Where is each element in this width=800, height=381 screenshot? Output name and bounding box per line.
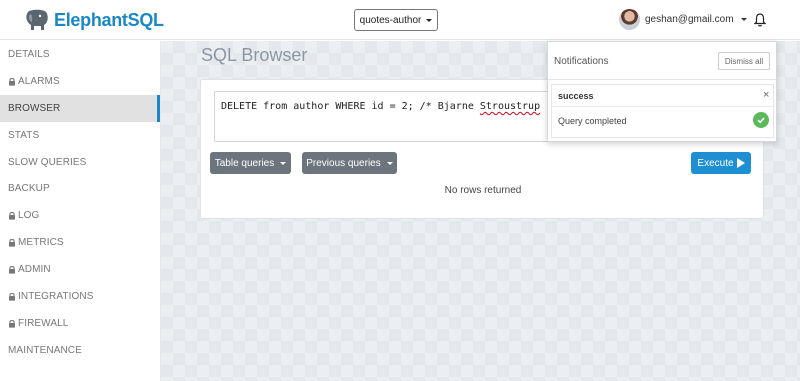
avatar bbox=[619, 9, 640, 30]
brand[interactable]: ElephantSQL bbox=[24, 8, 164, 32]
top-navbar: ElephantSQL quotes-author geshan@gmail.c… bbox=[0, 0, 800, 40]
check-icon bbox=[753, 112, 769, 128]
sidebar-item-label: FIREWALL bbox=[18, 317, 69, 329]
sidebar-item-label: SLOW QUERIES bbox=[8, 156, 87, 168]
sidebar-item-label: METRICS bbox=[18, 237, 64, 249]
sidebar-item-maintenance[interactable]: MAINTENANCE bbox=[0, 337, 160, 364]
sidebar-item-alarms[interactable]: ALARMS bbox=[0, 68, 160, 95]
query-misspelled-word: Stroustrup bbox=[479, 101, 541, 112]
sidebar-item-label: ADMIN bbox=[18, 264, 51, 276]
sidebar-item-firewall[interactable]: FIREWALL bbox=[0, 310, 160, 337]
lock-icon bbox=[9, 77, 15, 86]
previous-queries-label: Previous queries bbox=[306, 157, 381, 169]
lock-icon bbox=[9, 266, 15, 274]
checkmark-icon bbox=[757, 117, 765, 124]
sidebar-item-label: INTEGRATIONS bbox=[18, 290, 94, 302]
chevron-down-icon bbox=[386, 161, 393, 165]
play-icon bbox=[736, 158, 745, 168]
sidebar-item-backup[interactable]: BACKUP bbox=[0, 175, 160, 202]
user-menu[interactable]: geshan@gmail.com bbox=[619, 9, 747, 30]
notifications-panel: Notifications Dismiss all success × Quer… bbox=[547, 41, 777, 142]
sidebar-item-label: BROWSER bbox=[8, 102, 61, 114]
sidebar-item-stats[interactable]: STATS bbox=[0, 122, 160, 149]
sidebar-item-integrations[interactable]: INTEGRATIONS bbox=[0, 283, 160, 310]
notification-message: Query completed bbox=[558, 116, 627, 126]
table-queries-label: Table queries bbox=[214, 157, 275, 169]
sidebar-item-browser[interactable]: BROWSER bbox=[0, 94, 160, 122]
sidebar-item-admin[interactable]: ADMIN bbox=[0, 256, 160, 283]
execute-button[interactable]: Execute bbox=[691, 152, 751, 174]
close-icon[interactable]: × bbox=[763, 89, 769, 101]
user-email: geshan@gmail.com bbox=[645, 14, 734, 25]
sidebar-item-label: DETAILS bbox=[8, 48, 50, 60]
elephant-logo-icon bbox=[26, 9, 48, 30]
brand-name: ElephantSQL bbox=[54, 9, 164, 30]
bell-icon[interactable] bbox=[754, 13, 766, 27]
notification-item-header: success × bbox=[552, 85, 773, 107]
lock-icon bbox=[9, 319, 15, 328]
notification-item: success × Query completed bbox=[551, 84, 774, 138]
chevron-down-icon bbox=[426, 18, 433, 22]
execute-label: Execute bbox=[697, 157, 734, 169]
sidebar-item-log[interactable]: LOG bbox=[0, 202, 160, 229]
sidebar-item-label: BACKUP bbox=[8, 183, 50, 195]
lock-icon bbox=[9, 212, 15, 220]
previous-queries-button[interactable]: Previous queries bbox=[302, 152, 397, 174]
lock-icon bbox=[9, 292, 15, 301]
result-status: No rows returned bbox=[444, 185, 522, 196]
sidebar-item-label: ALARMS bbox=[18, 75, 60, 87]
notifications-title: Notifications bbox=[554, 56, 609, 67]
sidebar-item-slow-queries[interactable]: SLOW QUERIES bbox=[0, 149, 160, 176]
instance-label: quotes-author bbox=[359, 14, 422, 26]
sidebar-item-label: LOG bbox=[18, 210, 40, 222]
chevron-down-icon bbox=[280, 161, 287, 165]
sidebar-item-label: STATS bbox=[8, 129, 40, 141]
notification-item-title: success bbox=[558, 91, 594, 101]
sidebar: DETAILS ALARMS BROWSER STATS SLOW QUERIES BAC… bbox=[0, 41, 161, 381]
chevron-down-icon bbox=[740, 18, 747, 21]
sidebar-item-metrics[interactable]: METRICS bbox=[0, 229, 160, 256]
notifications-header: Notifications Dismiss all bbox=[548, 42, 776, 80]
page-title: SQL Browser bbox=[201, 45, 308, 65]
query-text: DELETE from author WHERE id = 2; /* Bjar… bbox=[221, 101, 480, 112]
dismiss-all-button[interactable]: Dismiss all bbox=[718, 52, 770, 70]
sidebar-item-label: MAINTENANCE bbox=[8, 344, 82, 356]
table-queries-button[interactable]: Table queries bbox=[210, 152, 291, 174]
sidebar-item-details[interactable]: DETAILS bbox=[0, 41, 160, 68]
instance-select[interactable]: quotes-author bbox=[354, 9, 438, 31]
lock-icon bbox=[9, 239, 15, 247]
